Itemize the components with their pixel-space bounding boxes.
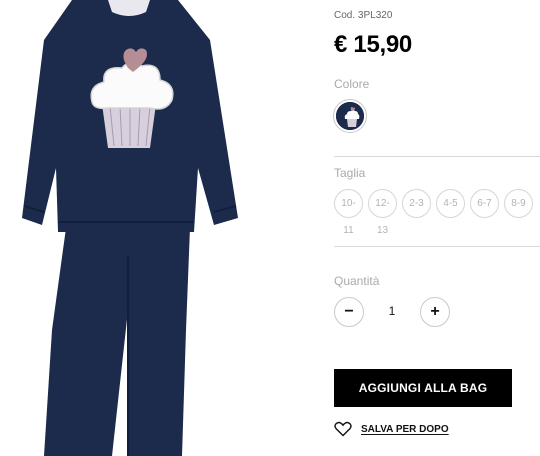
quantity-increase-button[interactable]: + — [420, 297, 450, 327]
quantity-label: Quantità — [334, 274, 380, 288]
size-option-wrap-row: 11 13 — [334, 225, 397, 236]
size-option-8-9[interactable]: 8-9 — [504, 189, 533, 218]
divider — [334, 246, 540, 247]
product-info-panel: Cod. 3PL320 € 15,90 Colore Taglia 10- 12… — [333, 0, 540, 456]
size-option-6-7[interactable]: 6-7 — [470, 189, 499, 218]
add-to-bag-button[interactable]: AGGIUNGI ALLA BAG — [334, 369, 512, 407]
size-option-10-11-suffix: 11 — [343, 225, 354, 236]
size-label: Taglia — [334, 166, 366, 180]
product-detail-page: Cod. 3PL320 € 15,90 Colore Taglia 10- 12… — [0, 0, 540, 456]
product-image — [0, 0, 320, 456]
size-option-2-3[interactable]: 2-3 — [402, 189, 431, 218]
product-price: € 15,90 — [334, 31, 412, 58]
size-options: 10- 12- 2-3 4-5 6-7 8-9 — [334, 189, 533, 218]
size-option-4-5[interactable]: 4-5 — [436, 189, 465, 218]
save-for-later-link[interactable]: SALVA PER DOPO — [334, 421, 449, 437]
plus-icon: + — [430, 303, 440, 320]
save-for-later-label: SALVA PER DOPO — [361, 423, 449, 435]
size-option-10-11[interactable]: 10- — [334, 189, 363, 218]
minus-icon: − — [344, 303, 354, 320]
color-label: Colore — [334, 77, 370, 91]
divider — [334, 156, 540, 157]
color-swatch-navy-cupcake[interactable] — [333, 99, 367, 133]
size-option-12-13-suffix: 13 — [376, 225, 389, 236]
heart-icon — [334, 421, 352, 437]
quantity-value: 1 — [388, 304, 396, 318]
size-option-12-13[interactable]: 12- — [368, 189, 397, 218]
cupcake-swatch-icon — [336, 102, 364, 130]
quantity-decrease-button[interactable]: − — [334, 297, 364, 327]
product-code: Cod. 3PL320 — [334, 10, 393, 21]
